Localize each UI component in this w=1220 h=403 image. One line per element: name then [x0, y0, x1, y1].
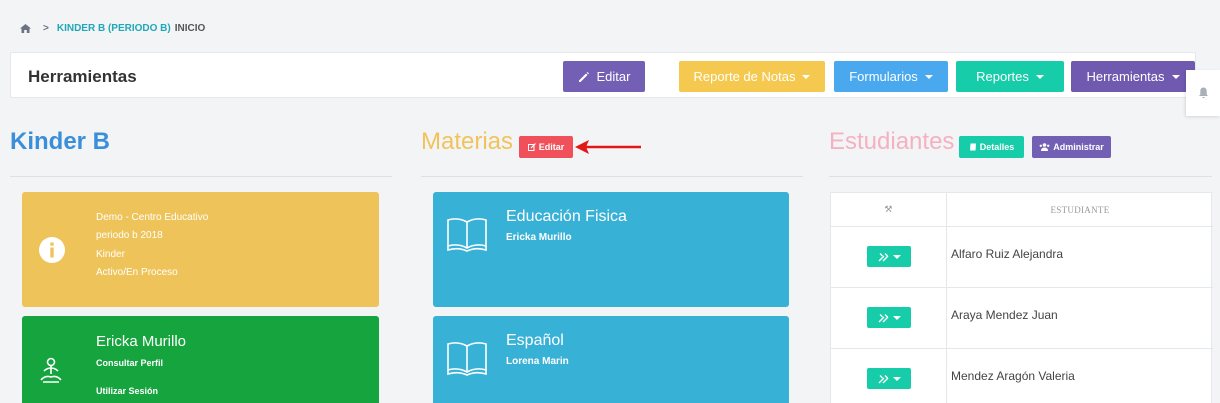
- forms-label: Formularios: [849, 69, 918, 84]
- edit-subjects-label: Editar: [538, 142, 565, 152]
- details-label: Detalles: [979, 142, 1015, 152]
- caret-down-icon: [892, 254, 901, 259]
- notifications-tab[interactable]: [1186, 70, 1220, 116]
- row-actions-dropdown[interactable]: [867, 307, 911, 328]
- use-session-link[interactable]: Utilizar Sesión: [96, 386, 158, 396]
- edit-subjects-button[interactable]: Editar: [519, 136, 573, 158]
- manage-label: Administrar: [1053, 142, 1104, 152]
- book-open-icon: [447, 218, 487, 252]
- edit-button[interactable]: Editar: [563, 61, 645, 92]
- student-name: Araya Mendez Juan: [951, 308, 1058, 322]
- student-column-header: ESTUDIANTE: [1050, 204, 1110, 215]
- reports-dropdown[interactable]: Reportes: [956, 61, 1064, 92]
- table-row: Alfaro Ruiz Alejandra: [831, 226, 1213, 287]
- view-profile-link[interactable]: Consultar Perfil: [96, 358, 163, 368]
- tools-icon: [878, 313, 888, 322]
- row-actions-dropdown[interactable]: [867, 246, 911, 267]
- caret-down-icon: [1171, 74, 1180, 79]
- caret-down-icon: [802, 74, 811, 79]
- meditation-icon: [40, 357, 62, 383]
- caret-down-icon: [892, 315, 901, 320]
- home-icon[interactable]: [20, 23, 31, 33]
- breadcrumb: > KINDER B (PERIODO B) INICIO: [20, 18, 205, 38]
- tools-icon: [878, 374, 888, 383]
- caret-down-icon: [892, 376, 901, 381]
- pencil-icon: [578, 71, 589, 82]
- group-title: Kinder B: [10, 128, 111, 155]
- tools-dropdown[interactable]: Herramientas: [1071, 61, 1195, 92]
- students-table: ⚒ ESTUDIANTE Alfaro Ruiz Alejandra Araya…: [830, 192, 1213, 403]
- breadcrumb-link-course[interactable]: KINDER B (PERIODO B): [57, 23, 171, 34]
- table-row: Mendez Aragón Valeria: [831, 348, 1213, 403]
- tools-label: Herramientas: [1086, 69, 1165, 84]
- student-details-button[interactable]: Detalles: [959, 136, 1024, 158]
- teacher-name: Ericka Murillo: [96, 333, 187, 350]
- table-row: Araya Mendez Juan: [831, 287, 1213, 348]
- divider: [829, 176, 1212, 177]
- info-period: periodo b 2018: [96, 230, 163, 241]
- students-title: Estudiantes: [829, 128, 955, 155]
- tools-icon: [878, 252, 888, 261]
- reports-label: Reportes: [976, 69, 1029, 84]
- grades-report-dropdown[interactable]: Reporte de Notas: [679, 61, 825, 92]
- divider: [421, 176, 803, 177]
- student-name: Mendez Aragón Valeria: [951, 369, 1075, 383]
- users-icon: [1039, 143, 1050, 151]
- book-icon: [969, 143, 976, 151]
- toolbar-title: Herramientas: [28, 67, 137, 86]
- teacher-card: Ericka Murillo Consultar Perfil Utilizar…: [22, 316, 379, 403]
- forms-dropdown[interactable]: Formularios: [834, 61, 948, 92]
- caret-down-icon: [924, 74, 933, 79]
- subject-teacher: Lorena Marin: [506, 356, 569, 367]
- grades-report-label: Reporte de Notas: [693, 69, 796, 84]
- info-institution: Demo - Centro Educativo: [96, 212, 209, 223]
- subject-teacher: Ericka Murillo: [506, 232, 572, 243]
- subject-name: Español: [506, 332, 564, 349]
- breadcrumb-current: INICIO: [174, 22, 206, 34]
- manage-students-button[interactable]: Administrar: [1032, 136, 1111, 158]
- info-status: Activo/En Proceso: [96, 267, 178, 278]
- subject-name: Educación Fisica: [506, 208, 627, 225]
- group-info-card: Demo - Centro Educativo periodo b 2018 K…: [22, 192, 379, 307]
- edit-button-label: Editar: [596, 69, 631, 84]
- student-name: Alfaro Ruiz Alejandra: [951, 247, 1064, 261]
- divider: [10, 176, 392, 177]
- info-icon: [39, 237, 65, 263]
- red-arrow-annotation: [575, 140, 641, 154]
- subject-card[interactable]: Español Lorena Marin: [433, 316, 789, 403]
- row-actions-dropdown[interactable]: [867, 368, 911, 389]
- tools-toolbar: Herramientas Editar Reporte de Notas For…: [10, 52, 1196, 98]
- book-open-icon: [447, 342, 487, 376]
- bell-icon: [1198, 87, 1208, 99]
- chevron-right-icon: >: [43, 22, 49, 34]
- tools-column-header: ⚒: [884, 204, 893, 214]
- subjects-title: Materias: [421, 128, 514, 155]
- info-level: Kinder: [96, 249, 125, 260]
- subject-card[interactable]: Educación Fisica Ericka Murillo: [433, 192, 789, 307]
- caret-down-icon: [1035, 74, 1044, 79]
- edit-icon: [527, 143, 536, 151]
